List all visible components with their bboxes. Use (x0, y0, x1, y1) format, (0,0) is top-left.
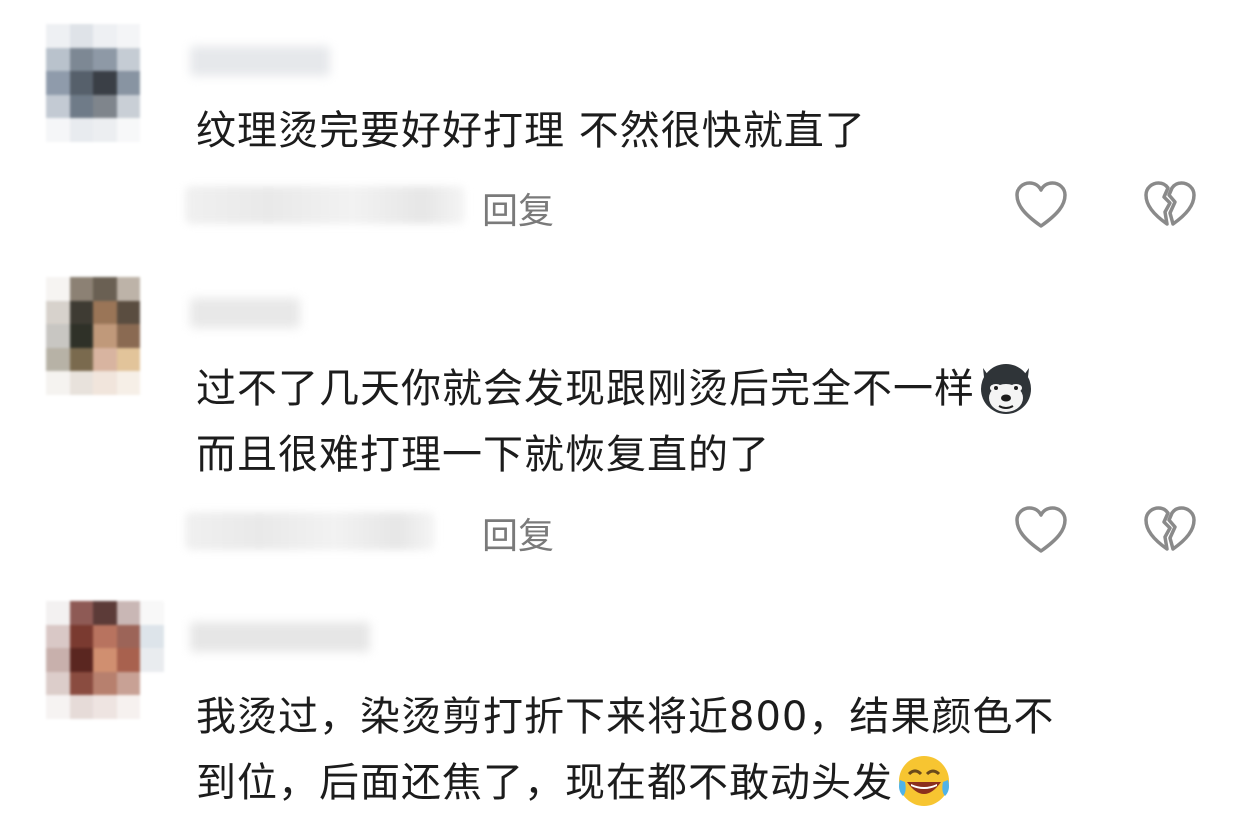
reply-button[interactable]: 回复 (482, 507, 554, 559)
username-blurred[interactable] (190, 46, 330, 76)
reply-button[interactable]: 回复 (482, 182, 554, 234)
like-button[interactable] (1014, 505, 1068, 555)
dislike-button[interactable] (1143, 505, 1197, 555)
comment-text: 我烫过，染烫剪打折下来将近800，结果颜色不 到位，后面还焦了，现在都不敢动头发 (196, 684, 1196, 816)
rolling-laughing-face-emoji (895, 752, 953, 810)
avatar[interactable] (46, 601, 164, 719)
comment-text: 纹理烫完要好好打理 不然很快就直了 (196, 98, 1196, 164)
avatar[interactable] (46, 277, 164, 395)
broken-heart-icon (1144, 506, 1196, 551)
comment-line: 而且很难打理一下就恢复直的了 (196, 432, 770, 478)
heart-outline-icon (1015, 181, 1067, 228)
username-blurred[interactable] (190, 298, 300, 328)
heart-outline-icon (1015, 506, 1067, 553)
username-blurred[interactable] (190, 622, 370, 652)
comment-line: 我烫过，染烫剪打折下来将近800，结果颜色不 (196, 694, 1055, 740)
comment-line: 到位，后面还焦了，现在都不敢动头发 (196, 750, 1196, 816)
broken-heart-icon (1144, 181, 1196, 226)
timestamp-location-blurred (185, 186, 465, 224)
dislike-button[interactable] (1143, 180, 1197, 230)
husky-face-emoji (977, 358, 1035, 416)
comment-line: 纹理烫完要好好打理 不然很快就直了 (196, 108, 866, 154)
timestamp-location-blurred (185, 512, 435, 550)
comment-text: 过不了几天你就会发现跟刚烫后完全不一样 而且很难打理一下就恢复直的了 (196, 356, 1196, 488)
avatar[interactable] (46, 24, 164, 142)
like-button[interactable] (1014, 180, 1068, 230)
comment-line: 过不了几天你就会发现跟刚烫后完全不一样 (196, 356, 1196, 422)
